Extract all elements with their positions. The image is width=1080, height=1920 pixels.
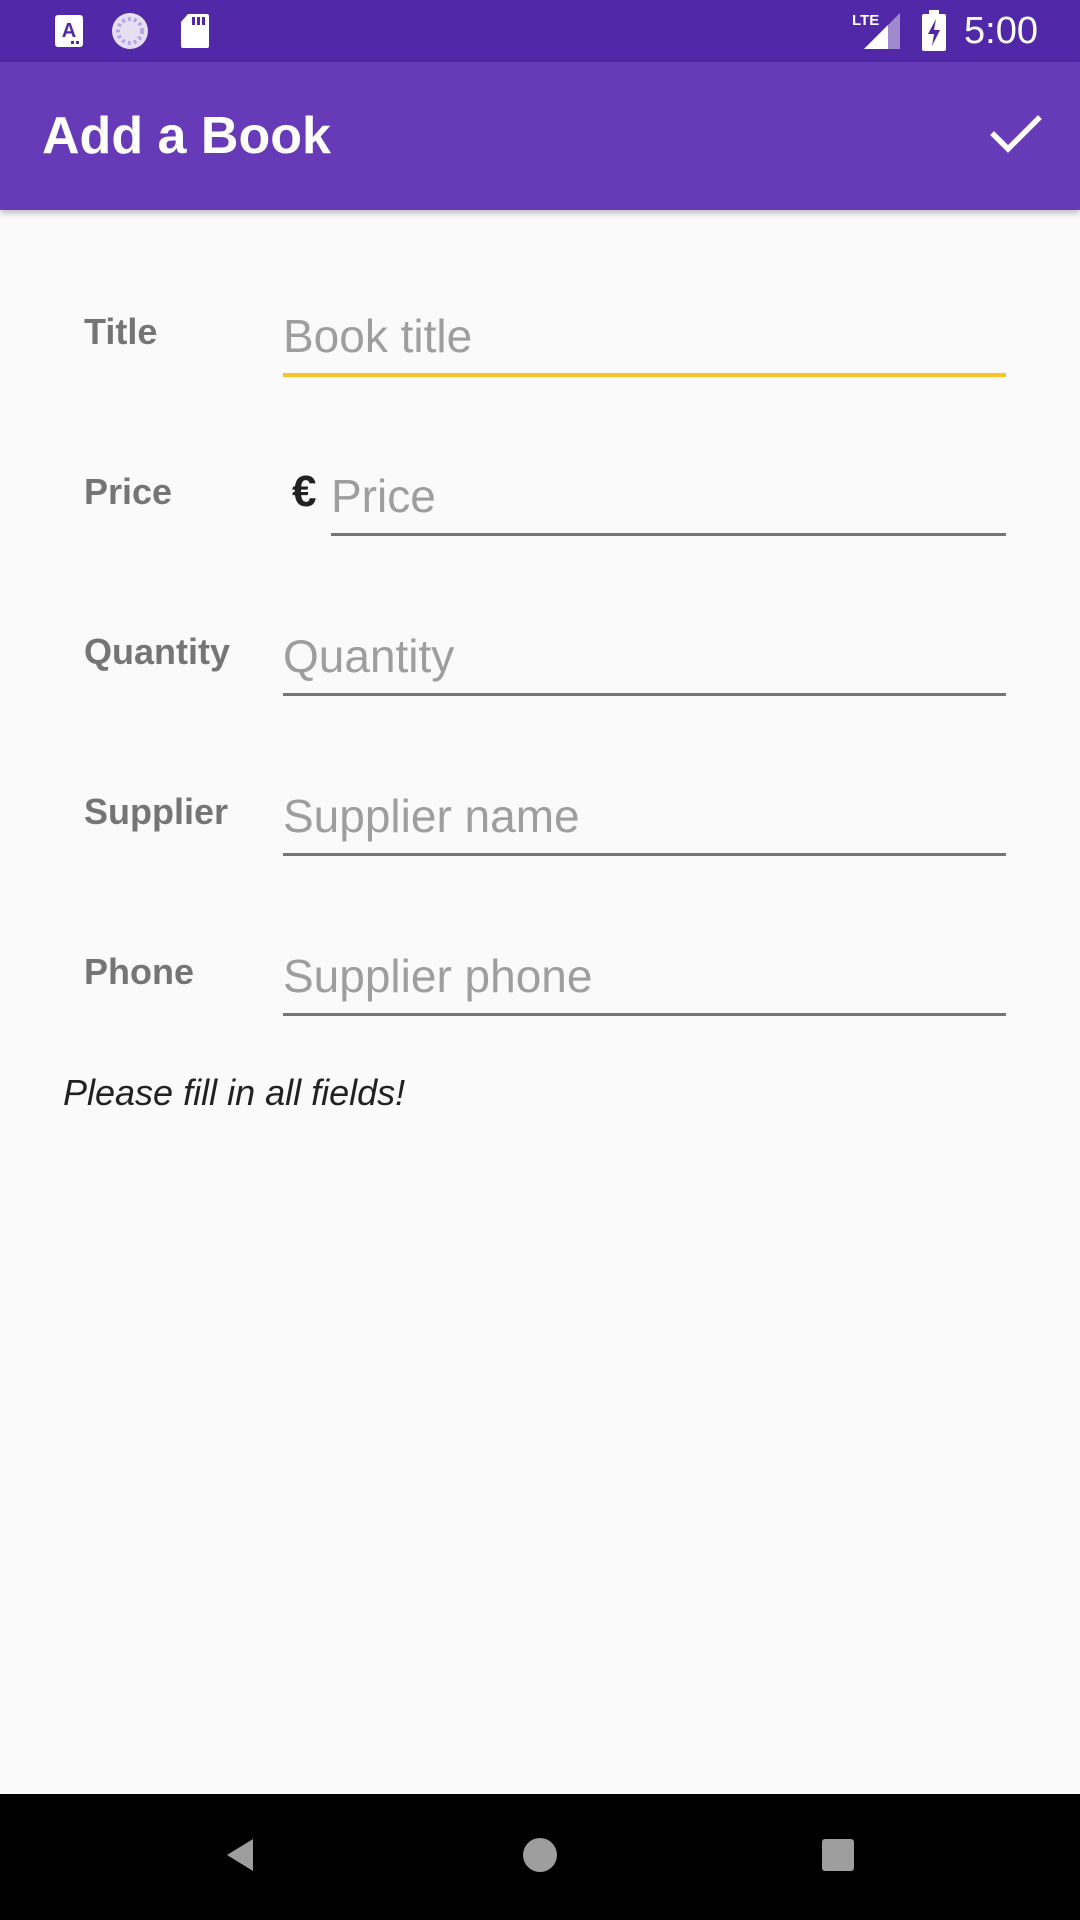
save-button[interactable] xyxy=(978,98,1054,174)
quantity-label: Quantity xyxy=(84,631,231,672)
phone-label: Phone xyxy=(84,951,195,992)
status-time: 5:00 xyxy=(964,10,1038,52)
home-button[interactable] xyxy=(477,1794,603,1920)
sd-card-icon xyxy=(178,0,212,62)
svg-text:A: A xyxy=(62,20,76,42)
page-title: Add a Book xyxy=(42,107,331,165)
currency-symbol: € xyxy=(292,467,317,516)
app-bar: Add a Book xyxy=(0,62,1080,210)
check-icon xyxy=(990,114,1042,159)
phone-row: Phone xyxy=(0,917,1080,1027)
supplier-row: Supplier xyxy=(0,757,1080,867)
title-label: Title xyxy=(84,311,158,352)
supplier-phone-input[interactable] xyxy=(283,939,1006,1016)
back-button[interactable] xyxy=(178,1794,304,1920)
back-icon xyxy=(221,1835,261,1880)
home-icon xyxy=(520,1835,560,1880)
svg-text:LTE: LTE xyxy=(852,12,879,29)
price-row: Price € xyxy=(0,437,1080,547)
title-row: Title xyxy=(0,277,1080,387)
recents-icon xyxy=(818,1835,858,1880)
supplier-label: Supplier xyxy=(84,791,229,832)
title-input[interactable] xyxy=(283,299,1006,377)
lte-signal-icon: LTE xyxy=(852,0,904,62)
price-label: Price xyxy=(84,471,173,512)
quantity-row: Quantity xyxy=(0,597,1080,707)
navigation-bar xyxy=(0,1794,1080,1920)
quantity-input[interactable] xyxy=(283,619,1006,696)
battery-charging-icon xyxy=(920,0,948,62)
price-input[interactable] xyxy=(331,459,1006,536)
recents-button[interactable] xyxy=(775,1794,901,1920)
sync-circle-icon xyxy=(110,0,150,62)
validation-message: Please fill in all fields! xyxy=(63,1072,406,1113)
status-bar: A LTE 5:00 xyxy=(0,0,1080,62)
a-badge-icon: A xyxy=(52,0,86,62)
supplier-name-input[interactable] xyxy=(283,779,1006,856)
